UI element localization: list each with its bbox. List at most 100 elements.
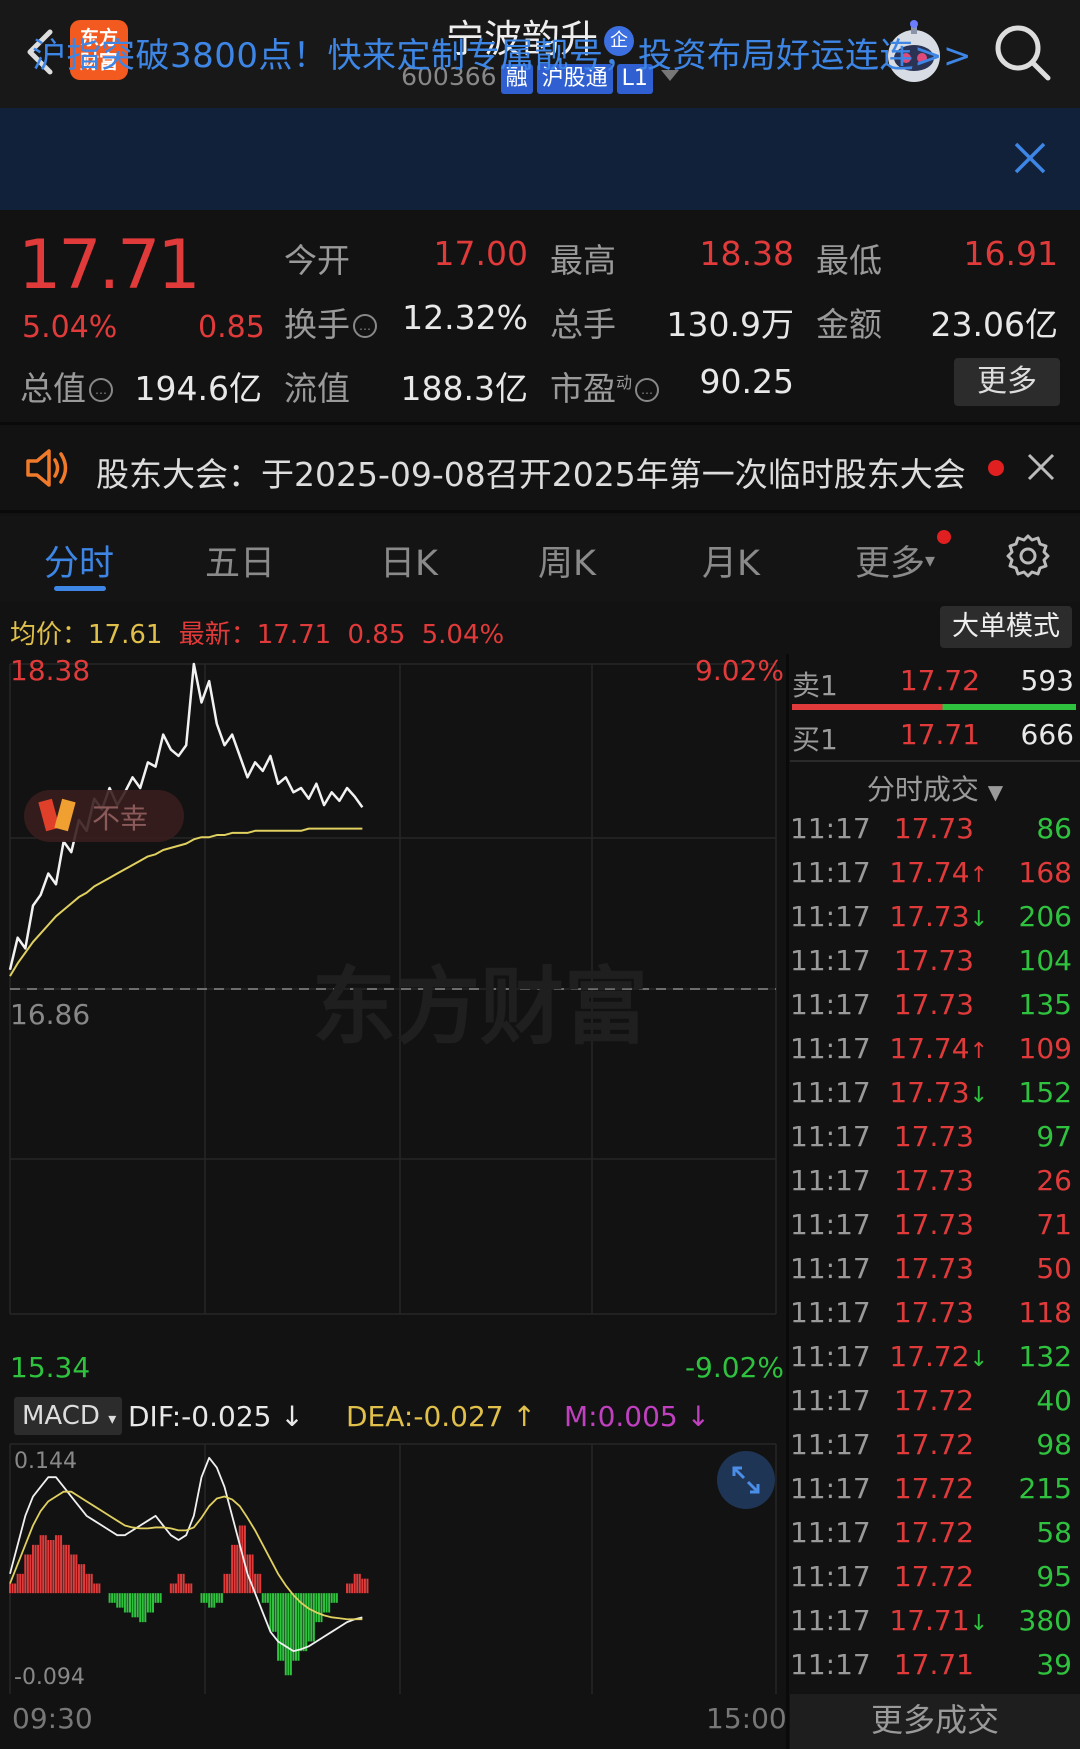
mktcap-label[interactable]: 总值… (20, 362, 113, 410)
divider (0, 422, 1080, 425)
pe-label[interactable]: 市盈动… (550, 362, 660, 410)
trade-row: 11:17 17.72 95 (790, 1560, 1076, 1604)
promo-banner[interactable] (0, 108, 1080, 210)
trade-price: 17.73 (893, 1208, 974, 1241)
trade-price: 17.73 (893, 1164, 974, 1197)
arrow-up-icon: ↑ (969, 863, 988, 888)
trade-price: 17.72 (893, 1472, 974, 1505)
arrow-up-icon: ↑ (512, 1400, 536, 1433)
float-label: 流值 (284, 369, 350, 408)
trade-row: 11:17 17.74↑ 168 (790, 856, 1076, 900)
tab-weekly-k[interactable]: 周K (538, 535, 596, 586)
open-label: 今开 (284, 241, 350, 280)
close-icon[interactable] (1012, 140, 1048, 176)
tab-monthly-k[interactable]: 月K (702, 535, 760, 586)
trade-row: 11:17 17.72 58 (790, 1516, 1076, 1560)
trade-price: 17.73 (893, 812, 974, 845)
trade-volume: 380 (1018, 1604, 1072, 1637)
turnover-label[interactable]: 换手… (284, 298, 377, 346)
trade-row: 11:17 17.73 86 (790, 812, 1076, 856)
trade-price: 17.72 (893, 1560, 974, 1593)
time-end-label: 15:00 (706, 1702, 787, 1735)
trade-row: 11:17 17.73↓ 206 (790, 900, 1076, 944)
trade-volume: 215 (1018, 1472, 1072, 1505)
y-top-label: 18.38 (10, 654, 90, 687)
amount-label: 金额 (816, 305, 882, 344)
ask1-label: 卖1 (792, 669, 838, 702)
expand-icon[interactable] (716, 1450, 776, 1510)
tab-five-day[interactable]: 五日 (205, 535, 275, 586)
notice-text[interactable]: 股东大会：于2025-09-08召开2025年第一次临时股东大会 (96, 448, 966, 496)
pe-value: 90.25 (699, 362, 794, 401)
firecracker-badge[interactable]: 不幸 (24, 790, 184, 842)
trade-price: 17.71↓ (889, 1604, 988, 1637)
macd-selector[interactable]: MACD ▾ (14, 1397, 122, 1435)
trade-row: 11:17 17.73 135 (790, 988, 1076, 1032)
y-top-pct-label: 9.02% (695, 654, 784, 687)
trade-volume: 39 (1036, 1648, 1072, 1681)
trade-row: 11:17 17.73 50 (790, 1252, 1076, 1296)
trades-title[interactable]: 分时成交 ▼ (790, 768, 1080, 808)
divider (0, 510, 1080, 513)
info-icon: … (353, 314, 377, 338)
tab-daily-k[interactable]: 日K (380, 535, 438, 586)
trade-volume: 58 (1036, 1516, 1072, 1549)
gear-icon[interactable] (1004, 532, 1052, 580)
bid1-price: 17.71 (899, 718, 980, 751)
trade-row: 11:17 17.73↓ 152 (790, 1076, 1076, 1120)
ask1-volume: 593 (1020, 664, 1074, 697)
tab-more-dot (937, 530, 951, 544)
arrow-down-icon: ↓ (280, 1400, 304, 1433)
svg-text:不幸: 不幸 (92, 802, 148, 835)
trade-volume: 135 (1018, 988, 1072, 1021)
trade-price: 17.72 (893, 1428, 974, 1461)
macd-histogram (9, 1525, 369, 1676)
big-order-mode-button[interactable]: 大单模式 (940, 606, 1072, 648)
volume-value: 130.9万 (666, 305, 794, 344)
banner-text[interactable]: 沪指突破3800点！快来定制专属靓号，投资布局好运连连>> (32, 28, 972, 77)
trade-volume: 206 (1018, 900, 1072, 933)
arrow-down-icon: ↓ (686, 1400, 711, 1433)
trade-volume: 95 (1036, 1560, 1072, 1593)
arrow-down-icon: ↓ (969, 1083, 988, 1108)
info-icon: … (635, 378, 660, 402)
trade-volume: 40 (1036, 1384, 1072, 1417)
info-icon: … (89, 378, 113, 402)
trade-row: 11:17 17.73 71 (790, 1208, 1076, 1252)
low-label: 最低 (816, 241, 882, 280)
trade-volume: 26 (1036, 1164, 1072, 1197)
macd-dif: DIF:-0.025 ↓ (128, 1400, 304, 1433)
tab-intraday[interactable]: 分时 (44, 535, 114, 586)
chart-summary: 均价：17.61 最新：17.71 0.85 5.04% (10, 620, 505, 650)
intraday-chart[interactable]: 东方财富 18.38 9.02% 16.86 15.34 -9.02% 不幸 0… (0, 654, 786, 1694)
trade-row: 11:17 17.72 215 (790, 1472, 1076, 1516)
trade-row: 11:17 17.74↑ 109 (790, 1032, 1076, 1076)
turnover-value: 12.32% (402, 298, 528, 337)
mktcap-value: 194.6亿 (134, 369, 262, 408)
trade-row: 11:17 17.73 26 (790, 1164, 1076, 1208)
trade-volume: 132 (1018, 1340, 1072, 1373)
more-quote-button[interactable]: 更多 (954, 358, 1060, 406)
trade-volume: 50 (1036, 1252, 1072, 1285)
close-icon[interactable] (1026, 452, 1056, 482)
trade-row: 11:17 17.72 40 (790, 1384, 1076, 1428)
trade-volume: 104 (1018, 944, 1072, 977)
amount-value: 23.06亿 (930, 305, 1058, 344)
current-price: 17.71 (18, 226, 201, 305)
arrow-down-icon: ↓ (969, 1347, 988, 1372)
trade-price: 17.74↑ (889, 856, 988, 889)
high-label: 最高 (550, 241, 616, 280)
search-icon[interactable] (990, 20, 1056, 86)
more-trades-button[interactable]: 更多成交 (790, 1694, 1080, 1749)
low-value: 16.91 (963, 234, 1058, 273)
trade-price: 17.73 (893, 944, 974, 977)
tab-more[interactable]: 更多▾ (855, 535, 935, 586)
open-value: 17.00 (433, 234, 528, 273)
caret-down-icon: ▾ (108, 1409, 117, 1428)
ask1-price: 17.72 (899, 664, 980, 697)
trade-volume: 71 (1036, 1208, 1072, 1241)
trade-price: 17.73 (893, 988, 974, 1021)
trade-row: 11:17 17.73 104 (790, 944, 1076, 988)
change-value: 0.85 (198, 310, 265, 345)
watermark: 东方财富 (312, 958, 648, 1056)
